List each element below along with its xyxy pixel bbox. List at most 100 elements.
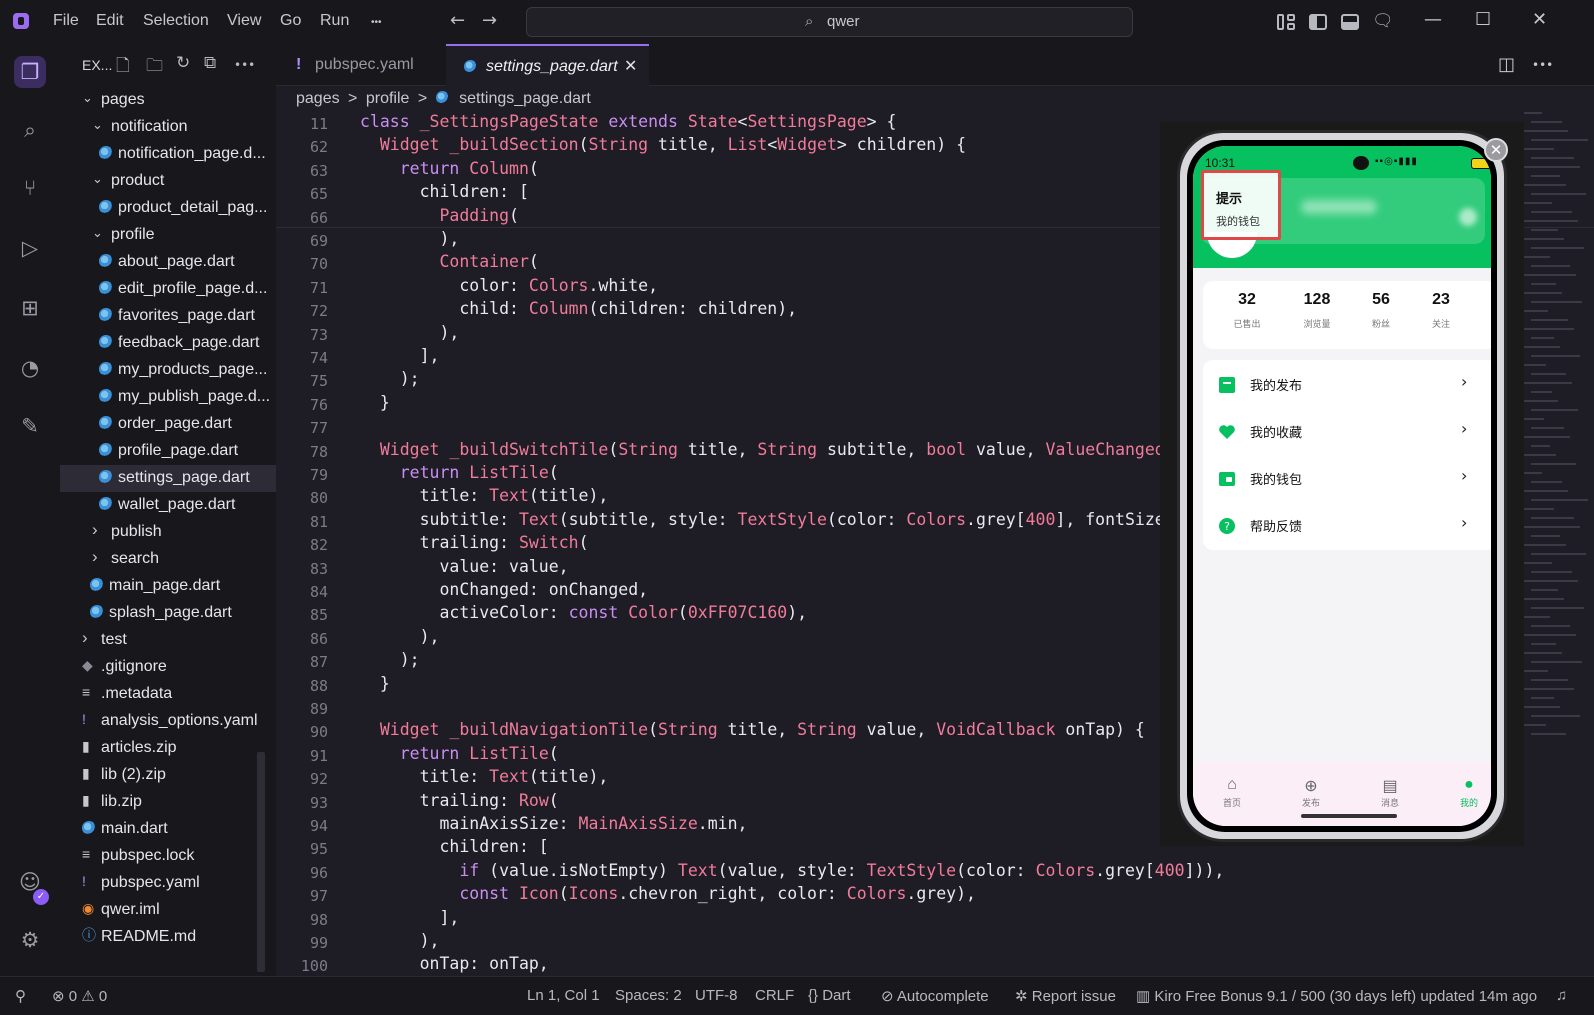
autocomplete-status[interactable]: ⊘ Autocomplete xyxy=(881,987,989,1005)
more-actions-icon[interactable]: ••• xyxy=(234,58,255,72)
code-line[interactable]: ); xyxy=(360,369,420,388)
tree-item[interactable]: favorites_page.dart xyxy=(60,303,276,330)
tree-item[interactable]: wallet_page.dart xyxy=(60,492,276,519)
code-line[interactable]: ), xyxy=(360,627,440,646)
tree-item[interactable]: ▮ articles.zip xyxy=(60,735,276,762)
code-line[interactable]: Container( xyxy=(360,252,538,271)
chevron-down-icon[interactable]: ⌄ xyxy=(92,117,103,133)
chevron-right-icon[interactable]: › xyxy=(92,520,98,540)
code-line[interactable]: subtitle: Text(subtitle, style: TextStyl… xyxy=(360,510,1205,529)
tree-item[interactable]: ◉ qwer.iml xyxy=(60,897,276,924)
language-mode[interactable]: {} Dart xyxy=(808,987,851,1004)
code-line[interactable]: class _SettingsPageState extends State<S… xyxy=(360,112,896,131)
tree-item[interactable]: about_page.dart xyxy=(60,249,276,276)
menu-run[interactable]: Run xyxy=(320,12,349,30)
tree-item[interactable]: main.dart xyxy=(60,816,276,843)
code-line[interactable]: ), xyxy=(360,323,459,342)
stat-following[interactable]: 23 关注 xyxy=(1411,291,1471,330)
menu-item-favorites[interactable]: 我的收藏 › xyxy=(1203,409,1491,456)
chat-icon[interactable]: 🗨 xyxy=(1372,10,1394,32)
tree-item[interactable]: ▮ lib.zip xyxy=(60,789,276,816)
code-line[interactable]: title: Text(title), xyxy=(360,767,609,786)
minimize-icon[interactable]: — xyxy=(1424,9,1442,30)
code-line[interactable]: value: value, xyxy=(360,557,568,576)
new-file-icon[interactable]: 🗋 xyxy=(116,53,130,82)
menu-file[interactable]: File xyxy=(53,12,79,30)
minimap[interactable] xyxy=(1524,112,1594,772)
extensions-icon[interactable]: ⊞ xyxy=(14,292,46,324)
tree-item[interactable]: edit_profile_page.d... xyxy=(60,276,276,303)
code-line[interactable]: ); xyxy=(360,650,420,669)
tree-item[interactable]: › publish xyxy=(60,519,276,546)
breadcrumb-file[interactable]: settings_page.dart xyxy=(459,90,591,107)
chat-icon[interactable]: ✎ xyxy=(14,410,46,442)
split-editor-icon[interactable]: ◫ xyxy=(1498,54,1515,75)
menu-selection[interactable]: Selection xyxy=(143,12,209,30)
code-line[interactable]: ], xyxy=(360,346,440,365)
code-line[interactable]: return Column( xyxy=(360,159,539,178)
code-line[interactable]: mainAxisSize: MainAxisSize.min, xyxy=(360,814,747,833)
tab-pubspec-yaml[interactable]: ! pubspec.yaml xyxy=(276,44,446,86)
nav-me[interactable]: ● 我的 xyxy=(1444,776,1491,809)
report-issue[interactable]: ✲ Report issue xyxy=(1015,987,1116,1005)
remote-icon[interactable]: ⚲ xyxy=(15,987,26,1005)
stat-fans[interactable]: 56 粉丝 xyxy=(1351,291,1411,330)
code-line[interactable]: title: Text(title), xyxy=(360,486,609,505)
refresh-icon[interactable]: ↻ xyxy=(176,53,190,73)
tree-item[interactable]: settings_page.dart xyxy=(60,465,276,492)
menu-view[interactable]: View xyxy=(227,12,261,30)
code-line[interactable]: Padding( xyxy=(360,206,518,225)
chevron-right-icon[interactable]: › xyxy=(82,628,88,648)
code-line[interactable]: ], xyxy=(360,908,459,927)
code-line[interactable]: Widget _buildNavigationTile(String title… xyxy=(360,720,1145,739)
code-line[interactable]: children: [ xyxy=(360,182,529,201)
notifications-icon[interactable]: ♫ xyxy=(1556,987,1567,1004)
explorer-scrollbar[interactable] xyxy=(257,752,265,972)
kiro-bonus-status[interactable]: ▥ Kiro Free Bonus 9.1 / 500 (30 days lef… xyxy=(1136,987,1537,1005)
menu-edit[interactable]: Edit xyxy=(96,12,124,30)
tree-item[interactable]: › search xyxy=(60,546,276,573)
tree-item[interactable]: ⌄ pages xyxy=(60,87,276,114)
tree-item[interactable]: ⌄ product xyxy=(60,168,276,195)
line-ending[interactable]: CRLF xyxy=(755,987,794,1004)
chevron-down-icon[interactable]: ⌄ xyxy=(92,171,103,187)
command-search-box[interactable]: ⌕ qwer xyxy=(526,7,1133,37)
problems-indicator[interactable]: ⊗ 0 ⚠ 0 xyxy=(52,987,107,1005)
tree-item[interactable]: splash_page.dart xyxy=(60,600,276,627)
code-line[interactable]: } xyxy=(360,674,390,693)
stat-views[interactable]: 128 浏览量 xyxy=(1287,291,1347,330)
nav-messages[interactable]: ▤ 消息 xyxy=(1365,776,1415,809)
run-debug-icon[interactable]: ▷ xyxy=(14,232,46,264)
tab-settings-page-dart[interactable]: settings_page.dart ✕ xyxy=(446,44,649,86)
new-folder-icon[interactable]: 🗀 xyxy=(146,53,163,82)
tree-item[interactable]: feedback_page.dart xyxy=(60,330,276,357)
stat-sold[interactable]: 32 已售出 xyxy=(1217,291,1277,330)
menu-item-wallet[interactable]: 我的钱包 › xyxy=(1203,456,1491,503)
menu-more[interactable]: ••• xyxy=(371,17,382,28)
nav-publish[interactable]: ⊕ 发布 xyxy=(1286,776,1336,809)
code-line[interactable]: trailing: Switch( xyxy=(360,533,589,552)
breadcrumb-pages[interactable]: pages xyxy=(296,90,340,107)
tree-item[interactable]: ≡ .metadata xyxy=(60,681,276,708)
tree-item[interactable]: my_products_page... xyxy=(60,357,276,384)
maximize-icon[interactable]: ☐ xyxy=(1475,9,1491,30)
close-icon[interactable]: ✕ xyxy=(1532,9,1547,30)
tree-item[interactable]: main_page.dart xyxy=(60,573,276,600)
code-line[interactable]: Widget _buildSwitchTile(String title, St… xyxy=(360,440,1205,459)
menu-go[interactable]: Go xyxy=(280,12,301,30)
code-line[interactable]: if (value.isNotEmpty) Text(value, style:… xyxy=(360,861,1224,880)
editor-more-icon[interactable]: ••• xyxy=(1532,58,1553,72)
menu-item-help[interactable]: ? 帮助反馈 › xyxy=(1203,503,1491,550)
code-line[interactable]: const Icon(Icons.chevron_right, color: C… xyxy=(360,884,976,903)
code-line[interactable]: trailing: Row( xyxy=(360,791,559,810)
code-line[interactable]: children: [ xyxy=(360,837,548,856)
toggle-sidebar-icon[interactable] xyxy=(1309,14,1327,30)
toggle-panel-icon[interactable] xyxy=(1341,14,1359,30)
tree-item[interactable]: product_detail_pag... xyxy=(60,195,276,222)
code-line[interactable]: return ListTile( xyxy=(360,463,559,482)
code-line[interactable]: } xyxy=(360,393,390,412)
tree-item[interactable]: ⓘ README.md xyxy=(60,924,276,951)
tree-item[interactable]: ⌄ notification xyxy=(60,114,276,141)
code-line[interactable]: ), xyxy=(360,229,459,248)
source-control-icon[interactable]: ⑂ xyxy=(14,172,46,204)
